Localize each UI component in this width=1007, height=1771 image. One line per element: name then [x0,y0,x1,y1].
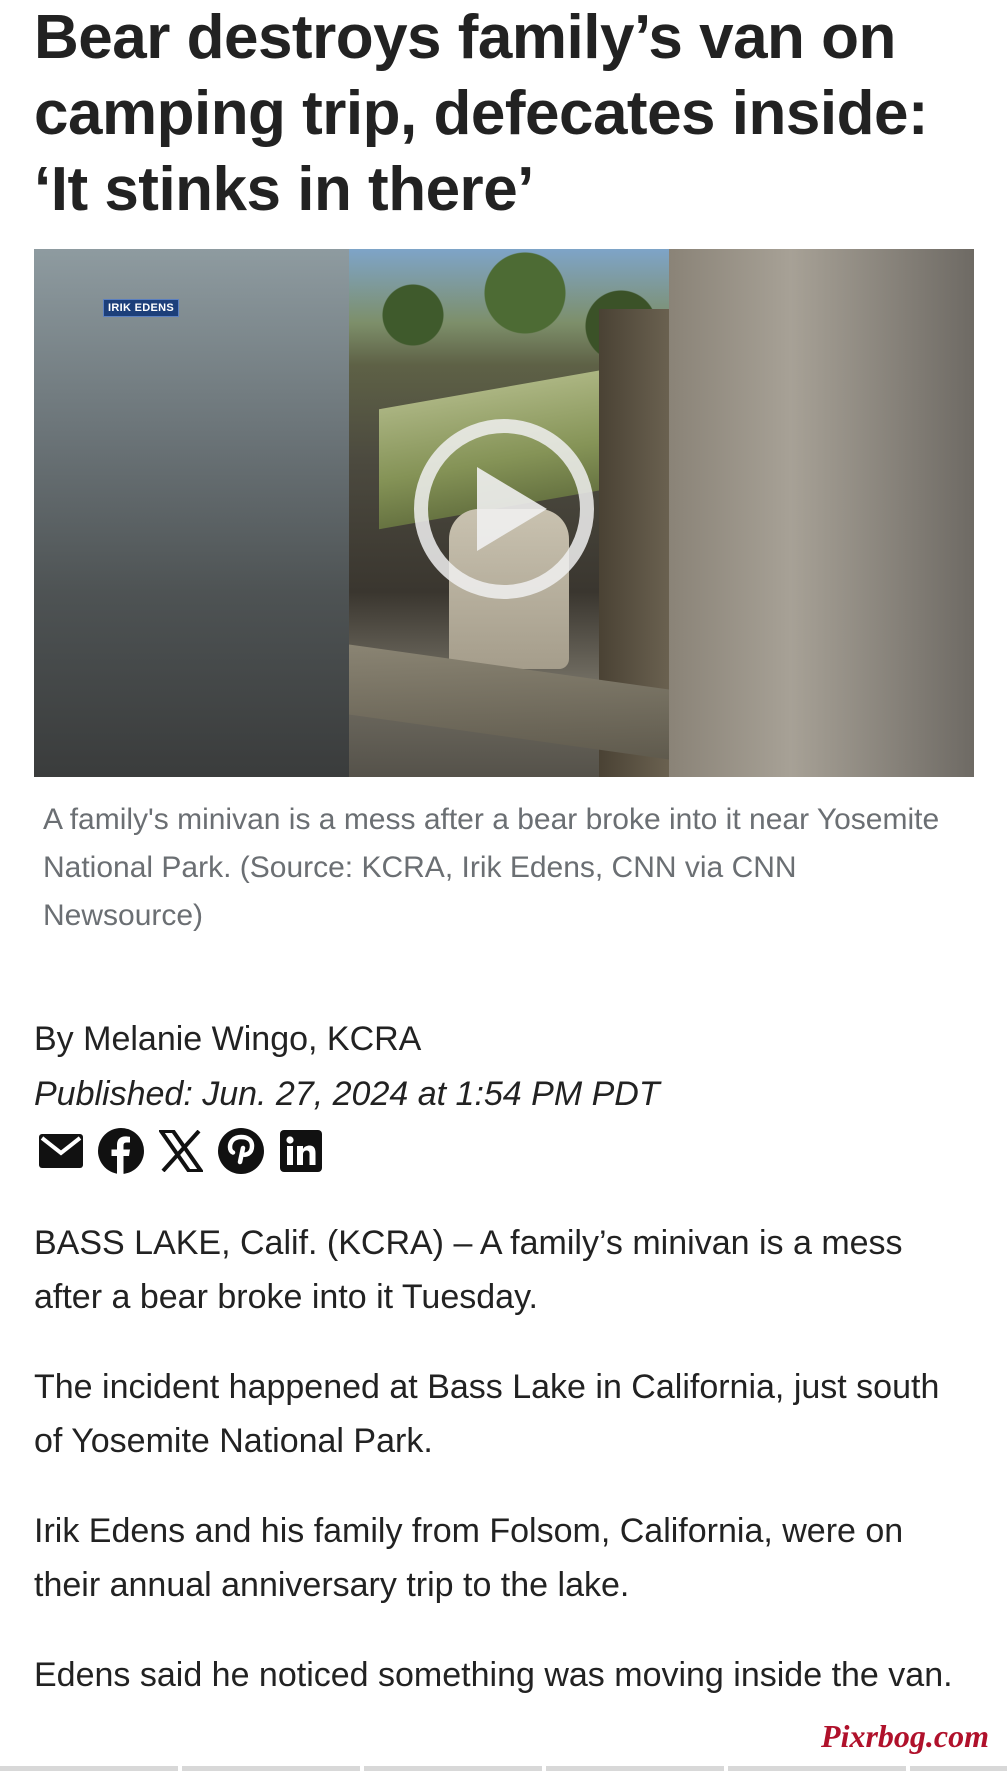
email-icon[interactable] [38,1128,84,1174]
video-source-badge: IRIK EDENS [103,299,179,317]
watermark: Pixrbog.com [821,1718,989,1754]
linkedin-icon[interactable] [278,1128,324,1174]
article-paragraph: Irik Edens and his family from Folsom, C… [34,1512,904,1604]
article-headline: Bear destroys family’s van on camping tr… [34,3,929,224]
video-caption: A family's minivan is a mess after a bea… [43,803,940,932]
video-player[interactable]: IRIK EDENS [34,249,974,777]
article-paragraph: Edens said he noticed something was movi… [34,1656,953,1694]
published-date: Published: Jun. 27, 2024 at 1:54 PM PDT [34,1075,660,1113]
video-blur-left: IRIK EDENS [34,249,349,777]
video-blur-right [669,249,974,777]
play-icon [477,467,547,551]
x-icon[interactable] [158,1128,204,1174]
byline: By Melanie Wingo, KCRA [34,1020,422,1058]
article-paragraph: BASS LAKE, Calif. (KCRA) – A family’s mi… [34,1224,903,1316]
share-buttons [38,1128,324,1174]
facebook-icon[interactable] [98,1128,144,1174]
play-button[interactable] [414,419,594,599]
bottom-divider [0,1766,1007,1771]
pinterest-icon[interactable] [218,1128,264,1174]
article-paragraph: The incident happened at Bass Lake in Ca… [34,1368,940,1460]
